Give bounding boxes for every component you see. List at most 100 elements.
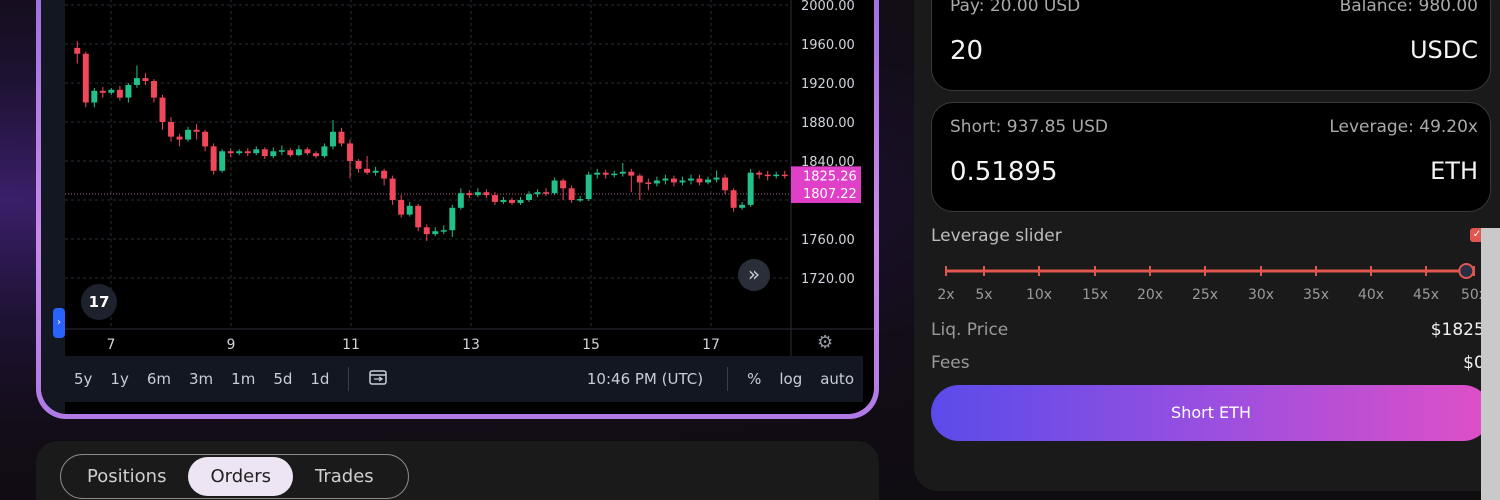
short-amount-input[interactable]: 0.51895: [950, 157, 1058, 187]
tab-orders[interactable]: Orders: [188, 457, 293, 496]
candle-body: [168, 122, 175, 137]
range-6m[interactable]: 6m: [138, 370, 180, 388]
short-label: Short: 937.85 USD: [950, 117, 1108, 137]
slider-mark-label: 35x: [1303, 287, 1329, 303]
candle-body: [321, 146, 328, 157]
percent-scale-toggle[interactable]: %: [738, 370, 770, 388]
pay-token-select[interactable]: USDC: [1410, 36, 1478, 64]
candle-body: [210, 146, 217, 171]
candle-body: [304, 149, 311, 154]
candle-body: [500, 200, 507, 202]
candle-body: [679, 180, 686, 183]
toolbar-divider: [727, 367, 729, 391]
candle-body: [585, 174, 592, 200]
candle-body: [133, 78, 140, 85]
chart-left-rail: [41, 0, 65, 414]
candle-body: [244, 151, 251, 154]
candle-body: [415, 205, 422, 228]
pay-amount-input[interactable]: 20: [950, 36, 983, 66]
candle-body: [577, 199, 584, 201]
orders-tabs: Positions Orders Trades: [60, 454, 409, 499]
log-scale-toggle[interactable]: log: [770, 370, 811, 388]
fees-label: Fees: [931, 353, 970, 373]
candle-body: [176, 136, 183, 140]
price-axis-label: 1920.00: [801, 77, 855, 92]
candle-body: [508, 200, 515, 203]
candle-body: [653, 180, 660, 184]
candle-body: [261, 149, 268, 157]
candle-body: [202, 131, 209, 147]
leverage-slider[interactable]: 2x 5x 10x 15x 20x 25x 30x 35x 40x 45x 50x: [931, 256, 1500, 306]
candle-body: [696, 178, 703, 183]
candle-body: [713, 177, 720, 180]
candle-body: [730, 190, 737, 208]
candle-body: [347, 143, 354, 161]
chart-time-display[interactable]: 10:46 PM (UTC): [573, 370, 717, 388]
candle-body: [517, 200, 524, 203]
candle-body: [764, 174, 771, 177]
slider-mark-label: 45x: [1413, 287, 1439, 303]
tradingview-logo[interactable]: 17: [81, 284, 117, 320]
candle-body: [116, 89, 123, 98]
candle-body: [329, 131, 336, 147]
range-1y[interactable]: 1y: [101, 370, 137, 388]
slider-mark-label: 40x: [1358, 287, 1384, 303]
candle-body: [253, 149, 260, 154]
leverage-slider-label: Leverage slider: [931, 226, 1062, 246]
date-axis-label: 7: [107, 337, 116, 353]
gear-icon[interactable]: ⚙: [817, 332, 833, 353]
auto-scale-toggle[interactable]: auto: [811, 370, 863, 388]
slider-mark-label: 15x: [1082, 287, 1108, 303]
candle-body: [543, 192, 550, 194]
chart-area[interactable]: 2000.00 1960.00 1920.00 1880.00 1840.00 1760.…: [41, 0, 874, 414]
range-3m[interactable]: 3m: [180, 370, 222, 388]
date-axis-label: 11: [342, 337, 360, 353]
candle-body: [389, 178, 396, 200]
range-1m[interactable]: 1m: [222, 370, 264, 388]
range-1d[interactable]: 1d: [301, 370, 338, 388]
candle-body: [355, 161, 362, 169]
date-axis-label: 9: [227, 337, 236, 353]
candle-body: [440, 230, 447, 232]
date-axis-label: 17: [702, 337, 720, 353]
candle-body: [236, 151, 243, 154]
candle-body: [526, 194, 533, 200]
range-5d[interactable]: 5d: [264, 370, 301, 388]
price-chart[interactable]: 2000.001960.001920.001880.001840.001760.…: [41, 0, 874, 414]
date-range-icon[interactable]: [359, 368, 397, 390]
candle-body: [381, 170, 388, 179]
pay-box[interactable]: Pay: 20.00 USD Balance: 980.00 20 USDC: [931, 0, 1491, 91]
candle-body: [150, 81, 157, 98]
chart-bottom-toolbar: 5y 1y 6m 3m 1m 5d 1d 10:46 PM (UTC) % lo…: [65, 356, 863, 402]
candle-body: [227, 151, 234, 154]
candle-body: [781, 174, 788, 177]
scroll-to-realtime-button[interactable]: »: [738, 259, 770, 291]
leverage-label: Leverage: 49.20x: [1329, 117, 1478, 137]
toolbar-divider: [348, 367, 350, 391]
candle-body: [773, 174, 780, 177]
price-axis-label: 1960.00: [801, 38, 855, 53]
range-5y[interactable]: 5y: [65, 370, 101, 388]
date-axis-label: 13: [462, 337, 480, 353]
candle-body: [628, 171, 635, 176]
candle-body: [611, 173, 618, 176]
candle-body: [739, 204, 746, 208]
candle-body: [82, 53, 89, 103]
balance-label[interactable]: Balance: 980.00: [1340, 0, 1478, 16]
slider-mark-label: 20x: [1137, 287, 1163, 303]
slider-handle: [1458, 263, 1475, 279]
date-axis-label: 15: [582, 337, 600, 353]
short-token-select[interactable]: ETH: [1430, 157, 1478, 185]
liq-price-label: Liq. Price: [931, 320, 1009, 340]
page-scrollbar[interactable]: [1481, 228, 1500, 500]
short-eth-button[interactable]: Short ETH: [931, 385, 1491, 441]
tab-trades[interactable]: Trades: [293, 457, 396, 496]
candle-body: [466, 193, 473, 196]
candle-body: [594, 172, 601, 175]
candle-body: [756, 172, 763, 175]
tab-positions[interactable]: Positions: [65, 457, 188, 496]
short-box[interactable]: Short: 937.85 USD Leverage: 49.20x 0.518…: [931, 102, 1491, 212]
candle-body: [108, 89, 115, 93]
candle-body: [193, 129, 200, 132]
drawing-toolbar-toggle[interactable]: ›: [53, 308, 65, 338]
